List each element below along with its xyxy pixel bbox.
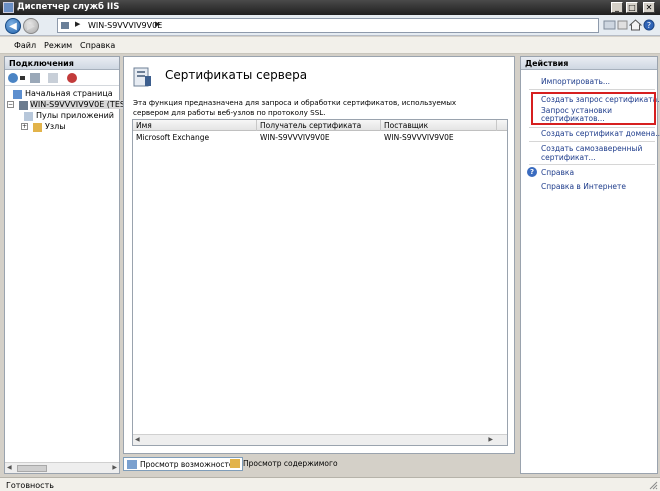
menu-help[interactable]: Справка	[80, 41, 115, 50]
computer-icon	[61, 22, 69, 29]
menu-file[interactable]: Файл	[14, 41, 36, 50]
scroll-thumb[interactable]	[17, 465, 47, 472]
breadcrumb-arrow-icon[interactable]: ▶	[155, 20, 160, 28]
actions-panel: Действия Импортировать... Создать запрос…	[520, 56, 660, 474]
status-bar: Готовность	[0, 477, 660, 491]
menu-bar: Файл Режим Справка	[0, 37, 660, 54]
cell-subject: WIN-S9VVVIV9V0E	[260, 133, 330, 142]
connections-panel: Подключения Начальная страница − WIN-S9V…	[4, 56, 130, 474]
connections-tree: Начальная страница − WIN-S9VVVIV9V0E (TE…	[7, 89, 130, 132]
help-dropdown-icon[interactable]: ?	[643, 18, 656, 32]
connections-header: Подключения	[5, 57, 119, 70]
cell-issuer: WIN-S9VVVIV9V0E	[384, 133, 454, 142]
scroll-right-icon[interactable]: ▶	[488, 436, 493, 443]
column-issuer[interactable]: Поставщик	[381, 120, 497, 131]
scroll-right-icon[interactable]: ▶	[112, 464, 117, 471]
tab-content-view[interactable]: Просмотр содержимого	[227, 457, 342, 471]
stop-icon[interactable]	[616, 18, 629, 32]
feature-panel: Сертификаты сервера Эта функция предназн…	[123, 56, 515, 454]
action-online-help[interactable]: Справка в Интернете	[541, 182, 626, 191]
globe-icon[interactable]	[603, 18, 616, 32]
page-description: Эта функция предназначена для запроса и …	[133, 98, 457, 117]
tab-features-view[interactable]: Просмотр возможностей	[123, 457, 244, 471]
back-button[interactable]: ◀	[5, 18, 21, 34]
connections-toolbar	[5, 70, 119, 86]
action-help[interactable]: Справка	[541, 168, 574, 177]
action-import[interactable]: Импортировать...	[541, 77, 610, 86]
svg-text:?: ?	[647, 21, 651, 30]
divider	[529, 127, 655, 128]
address-toolbar: ◀ ▶ ▶ WIN-S9VVVIV9V0E ▶ ?	[0, 15, 660, 36]
dropdown-arrow-icon[interactable]	[20, 76, 25, 81]
cell-name: Microsoft Exchange	[136, 133, 210, 142]
table-hscrollbar[interactable]: ◀ ▶	[133, 434, 507, 445]
help-icon: ?	[527, 167, 537, 177]
breadcrumb-arrow-icon[interactable]: ▶	[75, 20, 80, 28]
collapse-icon[interactable]: −	[7, 101, 14, 108]
home-icon[interactable]	[629, 18, 642, 32]
divider	[529, 141, 655, 142]
server-icon	[19, 101, 28, 110]
table-header: Имя Получатель сертификата Поставщик	[133, 120, 507, 131]
view-switcher: Просмотр возможностей Просмотр содержимо…	[123, 456, 515, 472]
features-view-icon	[127, 460, 137, 469]
column-name[interactable]: Имя	[133, 120, 257, 131]
column-subject[interactable]: Получатель сертификата	[257, 120, 381, 131]
iis-app-icon	[3, 2, 14, 13]
sites-folder-icon	[33, 123, 42, 132]
connections-hscrollbar[interactable]: ◀ ▶	[5, 462, 119, 473]
window-title: Диспетчер служб IIS	[17, 2, 120, 12]
connect-icon[interactable]	[8, 73, 18, 83]
address-bar[interactable]: ▶ WIN-S9VVVIV9V0E ▶	[57, 18, 599, 33]
minimize-button[interactable]: _	[611, 2, 623, 13]
app-pool-icon	[24, 112, 33, 121]
action-create-selfsigned-line2[interactable]: сертификат...	[541, 153, 596, 162]
maximize-button[interactable]: □	[626, 2, 638, 13]
close-button[interactable]: ✕	[643, 2, 655, 13]
resize-grip-icon[interactable]	[648, 480, 658, 490]
table-row[interactable]: Microsoft Exchange WIN-S9VVVIV9V0E WIN-S…	[133, 131, 507, 143]
content-view-icon	[230, 459, 240, 468]
forward-button[interactable]: ▶	[23, 18, 39, 34]
action-create-domain-cert[interactable]: Создать сертификат домена...	[541, 129, 660, 138]
menu-view[interactable]: Режим	[44, 41, 72, 50]
divider	[529, 164, 655, 165]
status-text: Готовность	[6, 481, 54, 490]
expand-icon[interactable]: +	[21, 123, 28, 130]
certificates-table: Имя Получатель сертификата Поставщик Mic…	[132, 119, 508, 446]
scroll-left-icon[interactable]: ◀	[135, 436, 140, 443]
actions-header: Действия	[521, 57, 657, 70]
delete-connection-icon[interactable]	[67, 73, 77, 83]
page-title: Сертификаты сервера	[165, 68, 308, 82]
save-icon[interactable]	[30, 73, 40, 83]
highlight-annotation	[531, 92, 656, 125]
start-page-icon	[13, 90, 22, 99]
up-icon[interactable]	[48, 73, 58, 83]
divider	[529, 89, 655, 90]
breadcrumb-server[interactable]: WIN-S9VVVIV9V0E	[88, 21, 162, 30]
certificate-icon	[133, 67, 151, 87]
scroll-left-icon[interactable]: ◀	[7, 464, 12, 471]
action-create-selfsigned[interactable]: Создать самозаверенный	[541, 144, 642, 153]
title-bar: Диспетчер служб IIS _ □ ✕	[0, 0, 660, 15]
